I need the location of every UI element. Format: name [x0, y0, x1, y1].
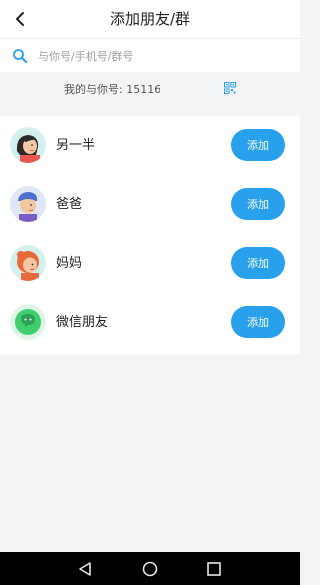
my-id-label: 我的与你号: 15116 — [64, 83, 160, 96]
add-button[interactable]: 添加 — [231, 188, 285, 220]
add-button[interactable]: 添加 — [231, 306, 285, 338]
wechat-icon — [10, 304, 46, 340]
my-id-row: 我的与你号: 15116 — [0, 72, 300, 104]
woman-avatar — [10, 127, 46, 163]
add-button[interactable]: 添加 — [231, 247, 285, 279]
item-label: 妈妈 — [56, 256, 83, 271]
system-nav-bar — [0, 552, 300, 585]
page-title: 添加朋友/群 — [109, 10, 191, 28]
add-button[interactable]: 添加 — [231, 129, 285, 161]
dad-avatar — [10, 186, 46, 222]
qr-code-icon[interactable] — [224, 82, 236, 94]
search-bar — [0, 38, 300, 72]
recents-square-icon[interactable] — [205, 560, 223, 578]
list-item[interactable]: 妈妈 添加 — [0, 234, 300, 293]
item-label: 另一半 — [56, 138, 96, 153]
search-input[interactable] — [38, 45, 288, 67]
back-triangle-icon[interactable] — [76, 560, 94, 578]
list-item[interactable]: 另一半 添加 — [0, 116, 300, 175]
list-item[interactable]: 微信朋友 添加 — [0, 293, 300, 352]
item-label: 微信朋友 — [56, 315, 109, 330]
top-bar: 添加朋友/群 — [0, 0, 300, 38]
mom-avatar — [10, 245, 46, 281]
item-label: 爸爸 — [56, 197, 83, 212]
search-icon — [13, 49, 27, 63]
friend-source-list: 另一半 添加 爸爸 添加 妈妈 添加 微信朋友 添加 — [0, 116, 300, 355]
list-item[interactable]: 爸爸 添加 — [0, 175, 300, 234]
home-circle-icon[interactable] — [141, 560, 159, 578]
